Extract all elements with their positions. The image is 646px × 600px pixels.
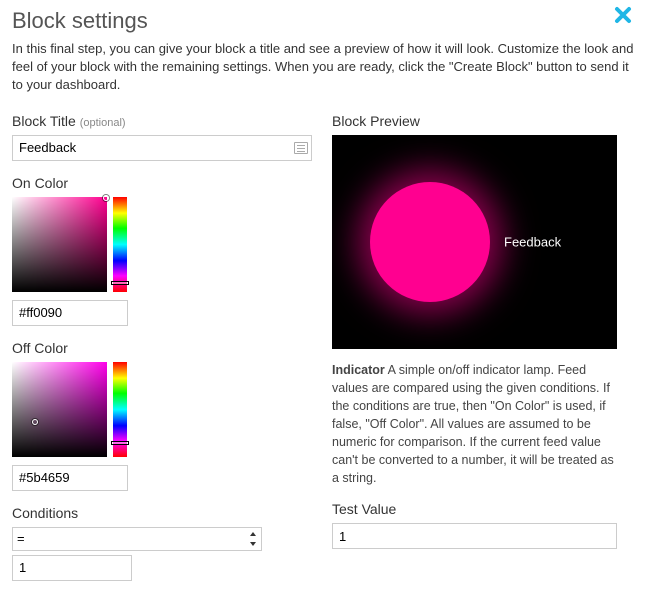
block-title-input[interactable] — [12, 135, 312, 161]
off-color-hex-input[interactable] — [12, 465, 128, 491]
indicator-lamp — [370, 182, 490, 302]
indicator-description: Indicator A simple on/off indicator lamp… — [332, 361, 617, 488]
list-icon — [294, 142, 308, 154]
off-color-satval[interactable] — [12, 362, 107, 457]
off-color-hue[interactable] — [113, 362, 127, 457]
test-value-input[interactable] — [332, 523, 617, 549]
indicator-lamp-label: Feedback — [504, 234, 561, 249]
block-preview: Feedback — [332, 135, 617, 349]
conditions-label: Conditions — [12, 505, 314, 521]
on-color-label: On Color — [12, 175, 314, 191]
conditions-value-input[interactable] — [12, 555, 132, 581]
close-icon[interactable] — [614, 6, 632, 24]
intro-text: In this final step, you can give your bl… — [12, 40, 634, 95]
on-color-hex-input[interactable] — [12, 300, 128, 326]
test-value-label: Test Value — [332, 501, 634, 517]
off-color-label: Off Color — [12, 340, 314, 356]
conditions-operator-select[interactable]: = — [12, 527, 262, 551]
on-color-hue[interactable] — [113, 197, 127, 292]
page-title: Block settings — [12, 8, 634, 34]
preview-label: Block Preview — [332, 113, 634, 129]
on-color-satval[interactable] — [12, 197, 107, 292]
block-title-label: Block Title (optional) — [12, 113, 314, 129]
